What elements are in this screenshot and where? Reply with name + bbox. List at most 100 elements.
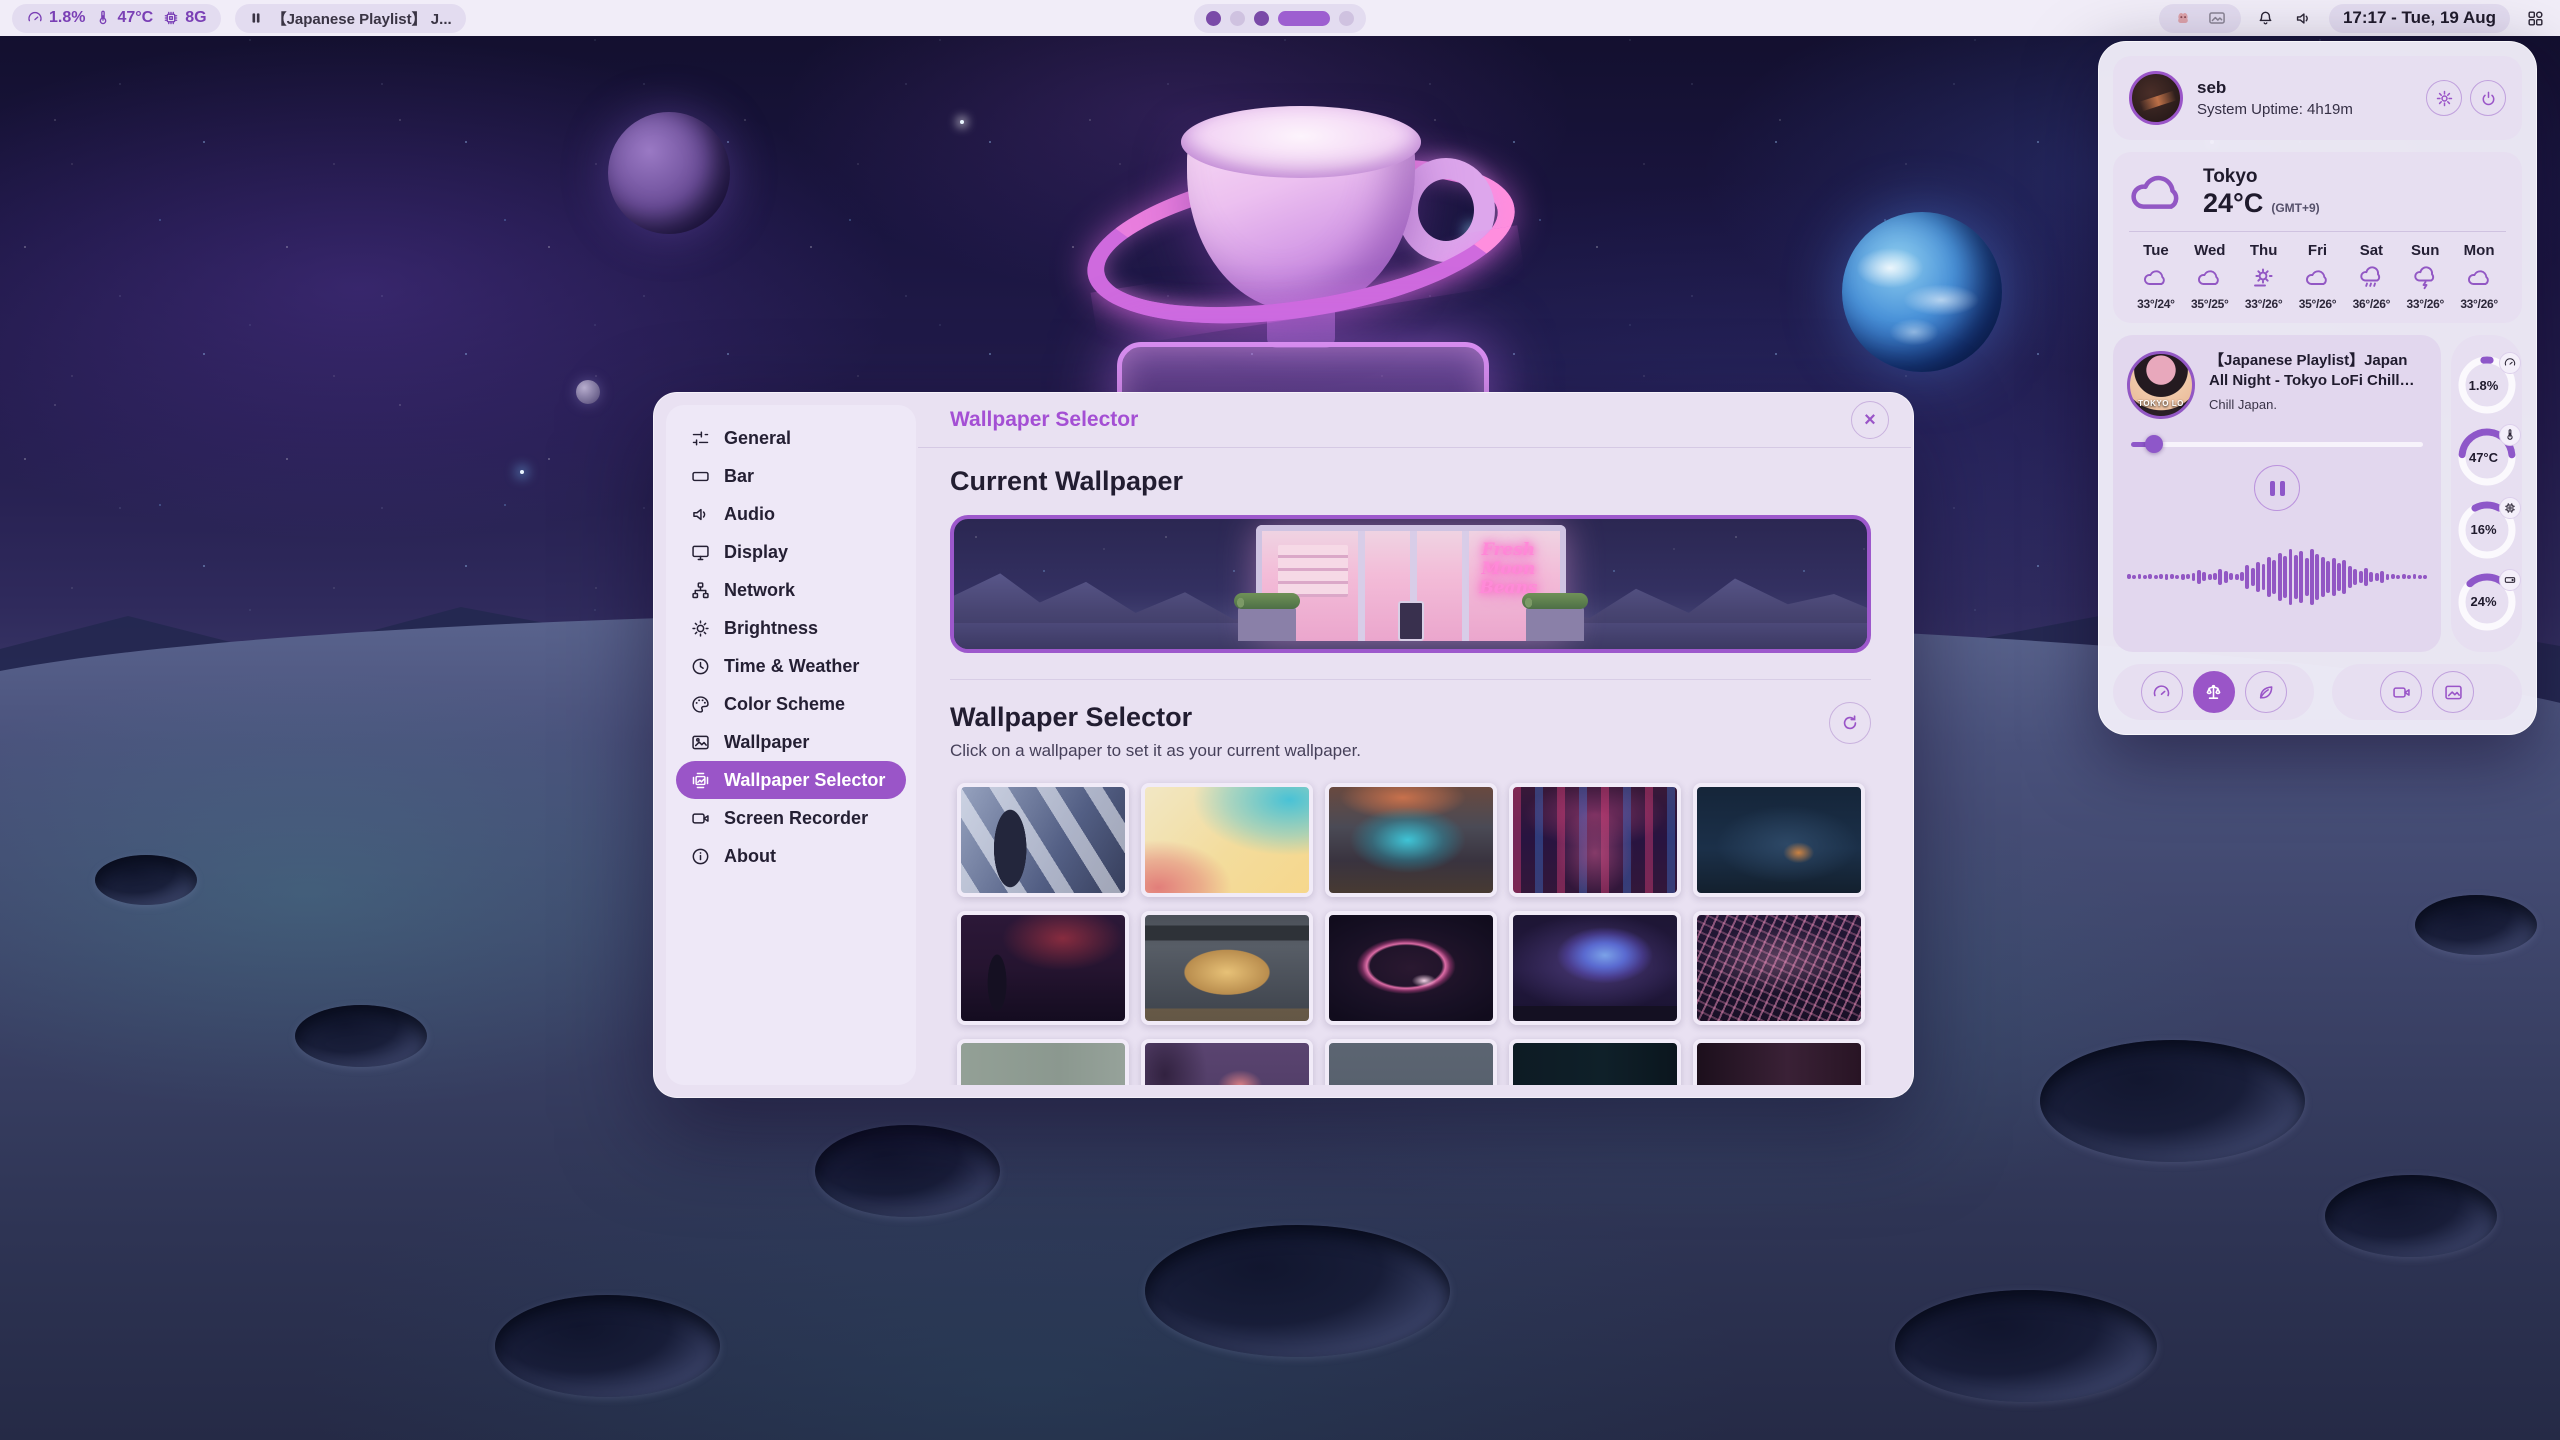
cpu-usage-value: 1.8% <box>49 9 85 27</box>
notifications-button[interactable] <box>2253 5 2279 31</box>
pause-icon <box>249 11 263 25</box>
system-gauges-card: 1.8% 47°C 16% 24% <box>2451 335 2522 652</box>
power-button[interactable] <box>2470 80 2506 116</box>
crater <box>295 1005 427 1067</box>
wallpaper-thumb[interactable] <box>1509 783 1681 897</box>
power-saver-profile-button[interactable] <box>2245 671 2287 713</box>
sidebar-item-label: General <box>724 428 791 449</box>
volume-button[interactable] <box>2291 5 2317 31</box>
media-progress-slider[interactable] <box>2131 435 2423 453</box>
sidebar-item-label: Network <box>724 580 795 601</box>
weather-temperature: 24°C <box>2203 188 2263 219</box>
crater <box>495 1295 720 1397</box>
wallpaper-thumb[interactable] <box>1141 911 1313 1025</box>
current-wallpaper-preview[interactable]: Fresh Moon Beans <box>950 515 1871 653</box>
system-stats-pill[interactable]: 1.8% 47°C 8G <box>12 4 221 33</box>
workspace-dot-occupied[interactable] <box>1254 11 1269 26</box>
speedometer-icon <box>2151 682 2172 703</box>
selector-heading: Wallpaper Selector <box>950 702 1361 733</box>
sidebar-item-color-scheme[interactable]: Color Scheme <box>676 685 906 723</box>
sidebar-item-general[interactable]: General <box>676 419 906 457</box>
speedometer-icon <box>2499 352 2521 374</box>
cafe-planter <box>1526 607 1584 641</box>
screen-recorder-button[interactable] <box>2380 671 2422 713</box>
selector-section-header: Wallpaper Selector Click on a wallpaper … <box>950 702 1871 761</box>
system-tray[interactable] <box>2159 4 2241 33</box>
workspace-dot-active[interactable] <box>1278 11 1330 26</box>
sidebar-item-about[interactable]: About <box>676 837 906 875</box>
gauge-cpu-temp: 47°C <box>2457 427 2517 487</box>
now-playing-label: 【Japanese Playlist】 J... <box>272 8 452 29</box>
sidebar-item-label: Audio <box>724 504 775 525</box>
settings-content: Current Wallpaper Fresh Moon Beans <box>916 448 1901 1085</box>
sidebar-item-bar[interactable]: Bar <box>676 457 906 495</box>
wallpaper-thumb[interactable] <box>1509 1039 1681 1085</box>
rain-cloud-icon <box>2358 266 2385 290</box>
performance-profile-button[interactable] <box>2141 671 2183 713</box>
bell-icon <box>2256 9 2275 28</box>
bar-icon <box>690 466 711 487</box>
video-camera-icon <box>690 808 711 829</box>
track-artist: Chill Japan. <box>2209 397 2427 412</box>
forecast-day: Thu 33°/26° <box>2237 242 2291 311</box>
wallpaper-thumb[interactable] <box>1325 1039 1497 1085</box>
settings-button[interactable] <box>2426 80 2462 116</box>
album-art-label: TOKYO LO <box>2130 399 2192 408</box>
settings-sidebar: General Bar Audio Display Network Bright… <box>666 405 916 1085</box>
window-title: Wallpaper Selector <box>950 408 1138 432</box>
now-playing-pill[interactable]: 【Japanese Playlist】 J... <box>235 4 466 33</box>
wallpaper-thumb[interactable] <box>957 911 1129 1025</box>
close-button[interactable]: × <box>1851 401 1889 439</box>
forecast-day: Wed 35°/25° <box>2183 242 2237 311</box>
forecast-day: Mon 33°/26° <box>2452 242 2506 311</box>
wallpaper-thumb[interactable] <box>1325 911 1497 1025</box>
sidebar-item-brightness[interactable]: Brightness <box>676 609 906 647</box>
gauge-memory: 16% <box>2457 500 2517 560</box>
sidebar-item-label: Color Scheme <box>724 694 845 715</box>
workspace-dot-occupied[interactable] <box>1206 11 1221 26</box>
wallpaper-thumb[interactable] <box>1509 911 1681 1025</box>
clock-pill[interactable]: 17:17 - Tue, 19 Aug <box>2329 4 2510 33</box>
crater <box>2325 1175 2497 1257</box>
cloud-icon <box>2304 266 2331 290</box>
wallpaper-thumb[interactable] <box>1325 783 1497 897</box>
sidebar-item-audio[interactable]: Audio <box>676 495 906 533</box>
drive-icon <box>2499 569 2521 591</box>
leaf-icon <box>2255 682 2276 703</box>
chip-icon <box>2499 497 2521 519</box>
sidebar-item-wallpaper[interactable]: Wallpaper <box>676 723 906 761</box>
track-title: 【Japanese Playlist】Japan All Night - Tok… <box>2209 351 2427 391</box>
sidebar-item-display[interactable]: Display <box>676 533 906 571</box>
wallpaper-thumb[interactable] <box>957 1039 1129 1085</box>
play-pause-button[interactable] <box>2254 465 2300 511</box>
media-progress-thumb[interactable] <box>2145 435 2163 453</box>
wallpaper-thumb[interactable] <box>1693 783 1865 897</box>
wallpaper-thumb[interactable] <box>1141 783 1313 897</box>
memory-value: 8G <box>185 9 206 27</box>
close-icon: × <box>1864 409 1876 432</box>
workspace-dot-empty[interactable] <box>1230 11 1245 26</box>
wallpaper-grid <box>950 783 1871 1085</box>
memory-stat: 8G <box>162 9 206 27</box>
sidebar-item-wallpaper-selector[interactable]: Wallpaper Selector <box>676 761 906 799</box>
power-icon <box>2479 89 2498 108</box>
wallpaper-thumb[interactable] <box>1141 1039 1313 1085</box>
dashboard-toggle-button[interactable] <box>2522 5 2548 31</box>
clock-icon <box>690 656 711 677</box>
refresh-button[interactable] <box>1829 702 1871 744</box>
wallpaper-tool-button[interactable] <box>2432 671 2474 713</box>
weather-forecast: Tue 33°/24° Wed 35°/25° Thu 33°/26° Fri … <box>2129 242 2506 311</box>
sidebar-item-time-weather[interactable]: Time & Weather <box>676 647 906 685</box>
workspace-dot-empty[interactable] <box>1339 11 1354 26</box>
image-icon <box>690 732 711 753</box>
balanced-profile-button[interactable] <box>2193 671 2235 713</box>
crater <box>2415 895 2537 955</box>
sidebar-item-network[interactable]: Network <box>676 571 906 609</box>
wallpaper-thumb[interactable] <box>1693 1039 1865 1085</box>
wallpaper-thumb[interactable] <box>957 783 1129 897</box>
tray-app-icon[interactable] <box>2173 8 2193 28</box>
sidebar-item-screen-recorder[interactable]: Screen Recorder <box>676 799 906 837</box>
tray-picture-icon[interactable] <box>2207 8 2227 28</box>
system-uptime: System Uptime: 4h19m <box>2197 101 2353 118</box>
wallpaper-thumb[interactable] <box>1693 911 1865 1025</box>
